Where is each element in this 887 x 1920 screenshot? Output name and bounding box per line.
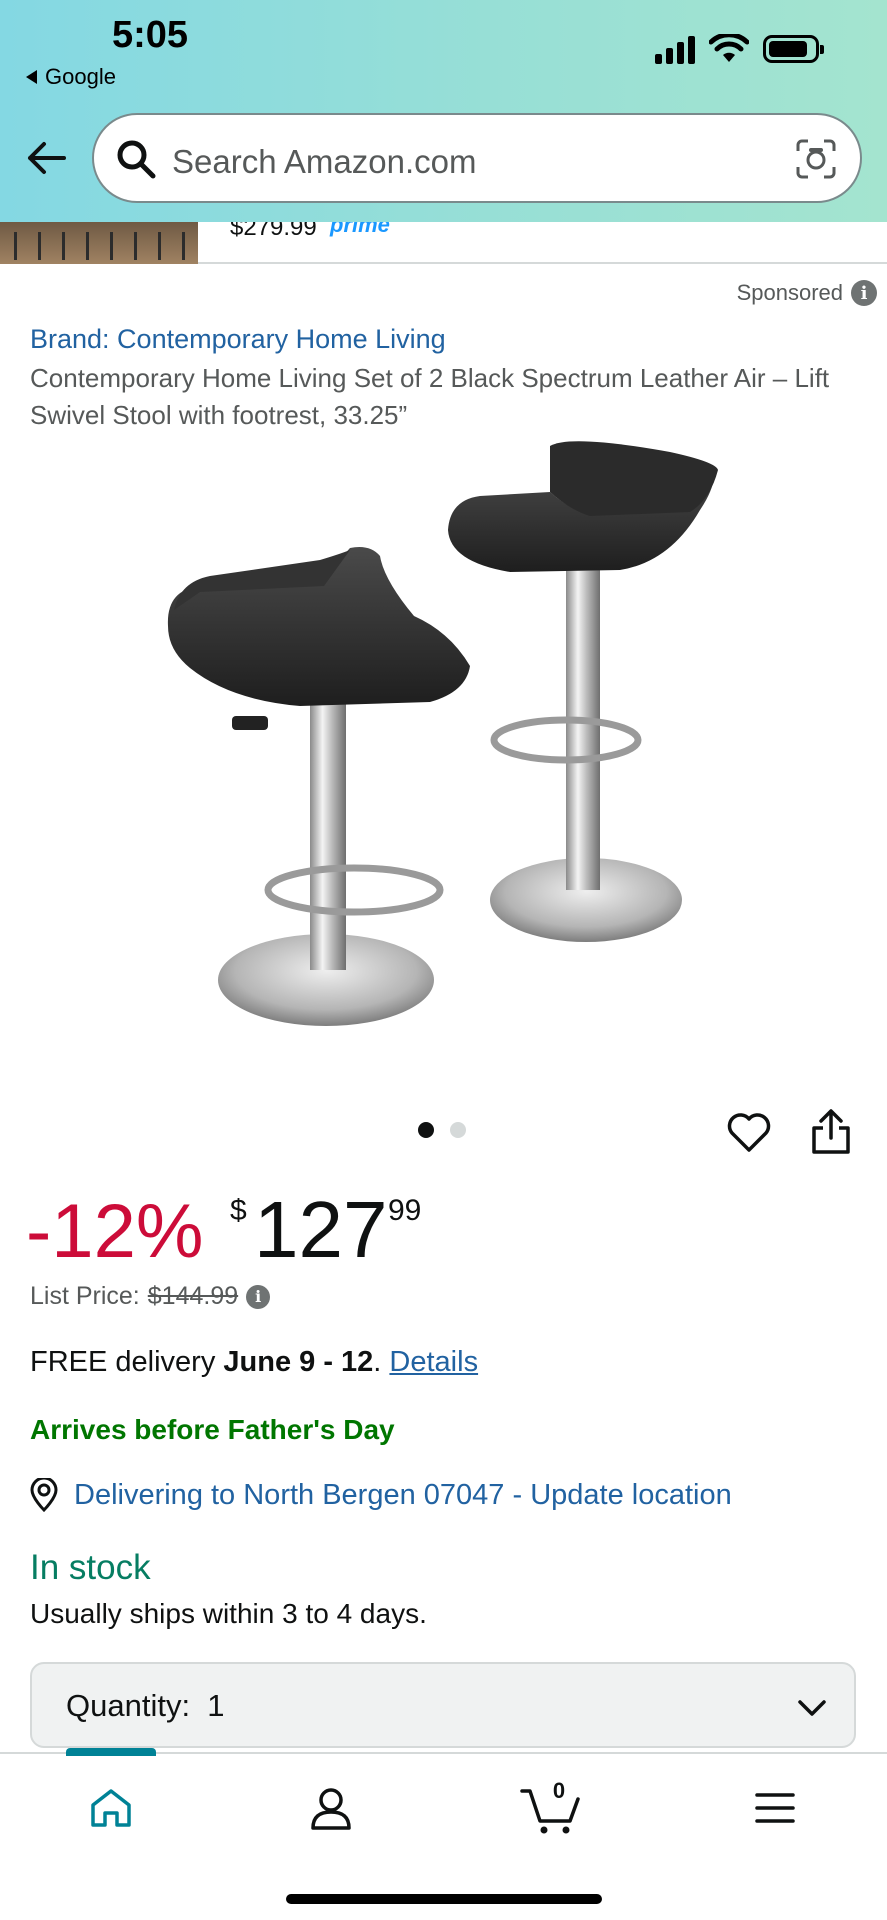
sponsored-banner[interactable]: $279.99 prime [0,212,887,264]
nav-menu[interactable] [740,1778,810,1838]
promo-message: Arrives before Father's Day [30,1414,395,1445]
status-time: 5:05 [112,14,189,56]
price-fraction: 99 [388,1194,422,1227]
delivery-prefix: FREE delivery [30,1346,224,1378]
camera-lens-icon[interactable] [794,137,838,181]
delivery-dates: June 9 - 12 [223,1346,374,1378]
list-price-label: List Price: [30,1282,140,1310]
delivery-details-link[interactable]: Details [389,1346,478,1378]
back-triangle-icon [26,70,37,84]
app-header: 5:05 Google Search Amazon.com [0,0,887,222]
search-input[interactable]: Search Amazon.com [92,113,862,203]
banner-thumbnail [0,222,198,264]
heart-icon[interactable] [726,1110,772,1156]
price-currency: $ [230,1194,247,1227]
nav-home[interactable] [76,1778,146,1838]
bottom-nav: 0 [0,1748,887,1920]
location-pin-icon [30,1478,58,1512]
ships-info: Usually ships within 3 to 4 days. [30,1598,427,1629]
nav-account[interactable] [296,1778,366,1838]
discount-percent: -12% [26,1189,204,1274]
delivery-location-text[interactable]: Delivering to North Bergen 07047 - Updat… [74,1479,732,1512]
status-icons [655,34,824,64]
chevron-down-icon [798,1700,826,1716]
search-icon [117,140,156,179]
cart-count: 0 [552,1778,566,1803]
sponsored-label[interactable]: Sponsored i [737,280,877,306]
list-price-value: $144.99 [147,1282,239,1310]
active-tab-indicator [66,1748,156,1756]
delivery-info: FREE delivery June 9 - 12. Details [30,1346,478,1379]
product-title: Contemporary Home Living Set of 2 Black … [30,363,830,430]
back-app-label: Google [45,64,116,89]
image-dot[interactable] [450,1122,466,1138]
home-icon [91,1789,131,1827]
delivery-separator: . [373,1346,390,1378]
share-icon[interactable] [808,1108,854,1156]
back-arrow-icon[interactable] [24,136,68,180]
brand-link[interactable]: Brand: Contemporary Home Living [30,324,446,355]
quantity-label: Quantity: 1 [66,1688,225,1723]
user-icon [311,1788,351,1830]
image-dot-active[interactable] [418,1122,434,1138]
home-indicator [286,1894,602,1904]
hamburger-menu-icon [755,1793,795,1823]
back-to-app-link[interactable]: Google [26,64,116,90]
battery-icon [763,35,824,63]
quantity-select[interactable]: Quantity: 1 [30,1662,856,1748]
quantity-value: 1 [207,1688,225,1723]
delivery-location[interactable]: Delivering to North Bergen 07047 - Updat… [28,1478,732,1512]
image-pagination[interactable] [418,1122,466,1138]
product-image[interactable] [150,440,730,1040]
search-placeholder: Search Amazon.com [172,143,477,180]
sponsored-text: Sponsored [736,280,843,305]
cellular-signal-icon [655,34,695,64]
info-icon[interactable]: i [851,280,877,306]
stock-status: In stock [30,1548,151,1587]
nav-cart[interactable]: 0 [516,1778,586,1838]
list-price: List Price: $144.99 i [30,1282,271,1311]
info-icon[interactable]: i [246,1284,271,1309]
wifi-icon [709,34,749,62]
price-whole: 127 [254,1185,388,1274]
